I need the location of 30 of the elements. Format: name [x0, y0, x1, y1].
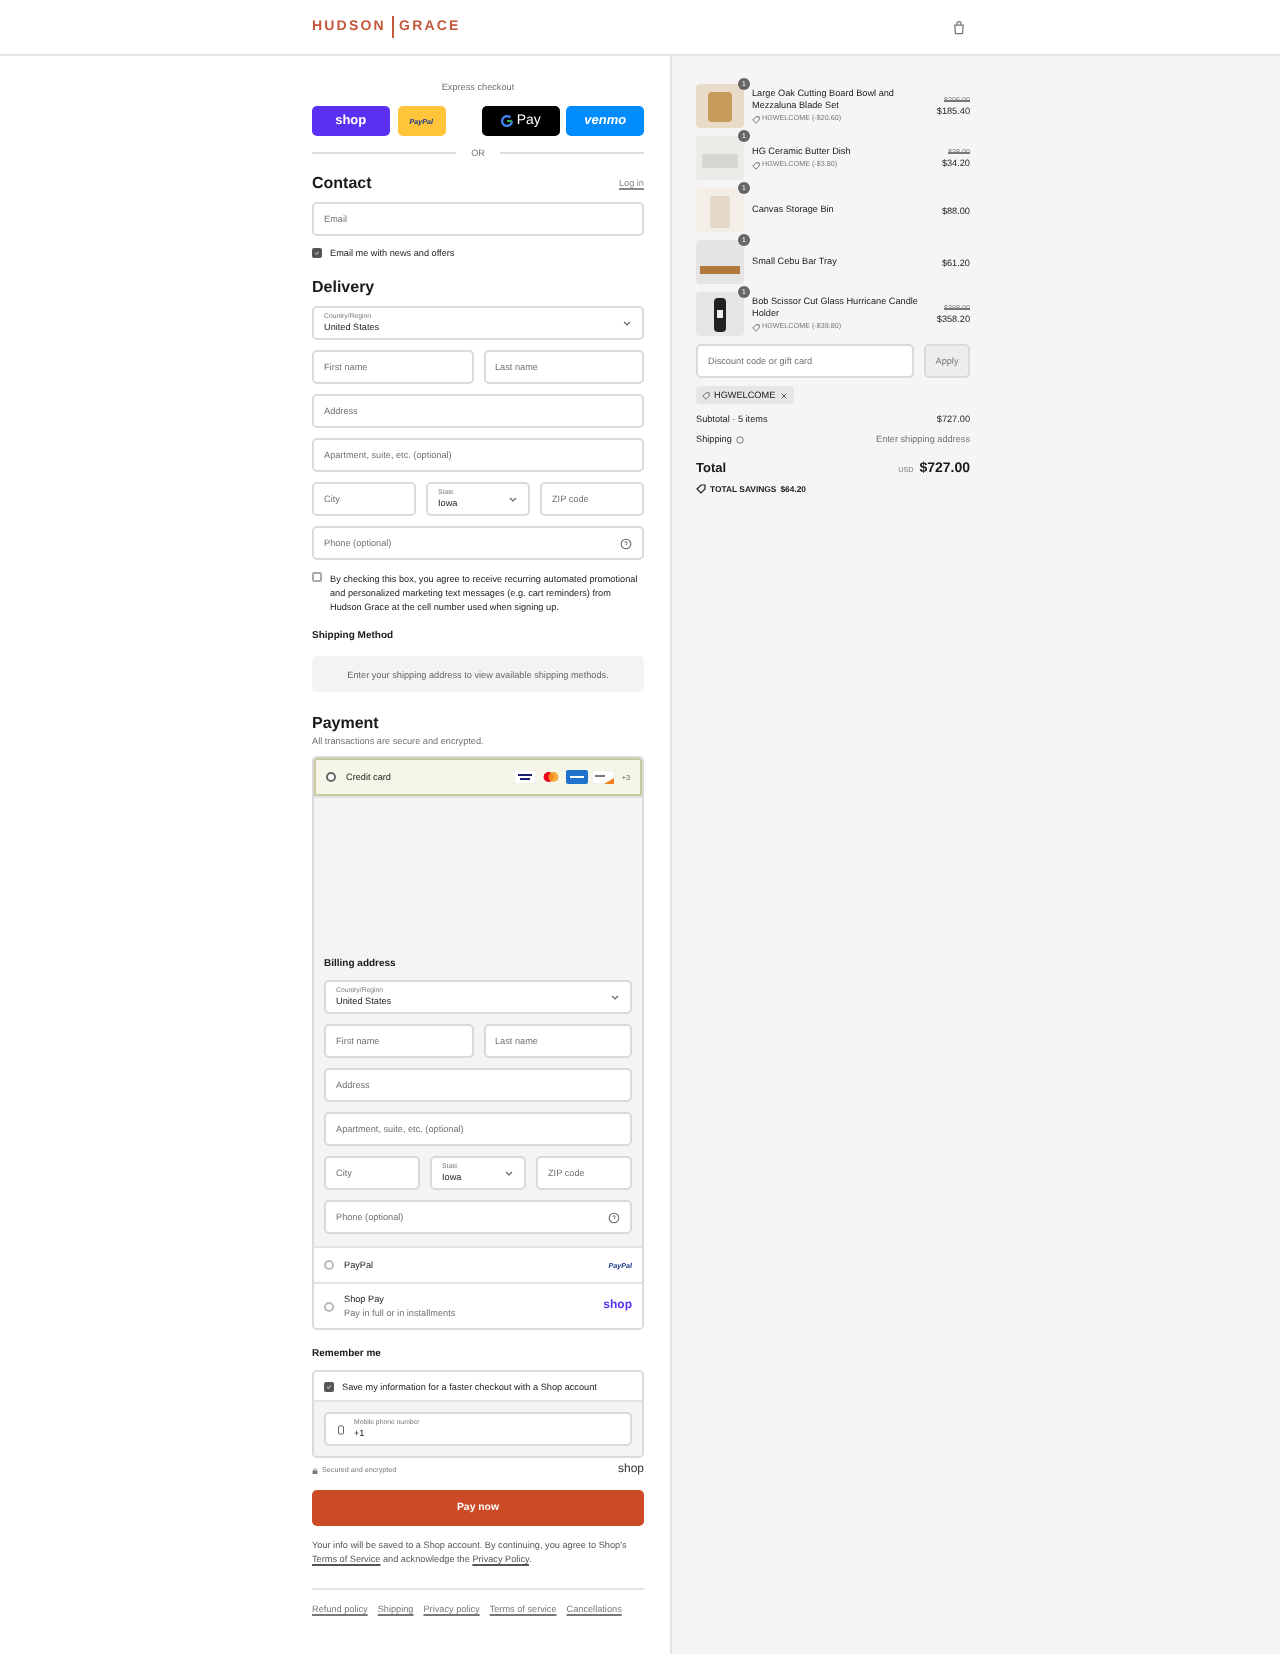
checkbox[interactable]: [324, 1381, 334, 1392]
help-icon[interactable]: [735, 435, 744, 443]
tag-icon: [752, 115, 760, 124]
delivery-heading: Delivery: [312, 278, 377, 296]
lock-icon: [312, 1467, 318, 1474]
tag-icon: [752, 323, 760, 332]
google-g-icon: [500, 114, 515, 128]
tag-icon: [696, 484, 706, 494]
radio-button[interactable]: [324, 1301, 334, 1312]
checkbox[interactable]: [312, 572, 322, 582]
radio-button[interactable]: [326, 772, 336, 783]
discover-card-icon: [591, 770, 614, 785]
phone-icon: [336, 1423, 346, 1436]
contact-heading: Contact: [312, 174, 372, 192]
radio-button[interactable]: [324, 1260, 334, 1271]
amex-card-icon: [565, 770, 588, 785]
checkbox[interactable]: [312, 248, 322, 258]
chevron-down-icon: [622, 318, 632, 328]
tag-icon: [752, 161, 760, 170]
remove-icon[interactable]: [779, 391, 788, 399]
tag-icon: [702, 391, 710, 399]
payment-heading: Payment: [312, 714, 381, 733]
chevron-down-icon: [504, 1168, 514, 1179]
chevron-down-icon: [610, 992, 620, 1003]
mastercard-icon: [539, 770, 562, 785]
visa-card-icon: [513, 770, 536, 785]
bag-icon[interactable]: [952, 19, 966, 35]
help-icon[interactable]: [620, 537, 632, 549]
help-icon[interactable]: [608, 1211, 620, 1224]
chevron-down-icon: [508, 494, 518, 504]
